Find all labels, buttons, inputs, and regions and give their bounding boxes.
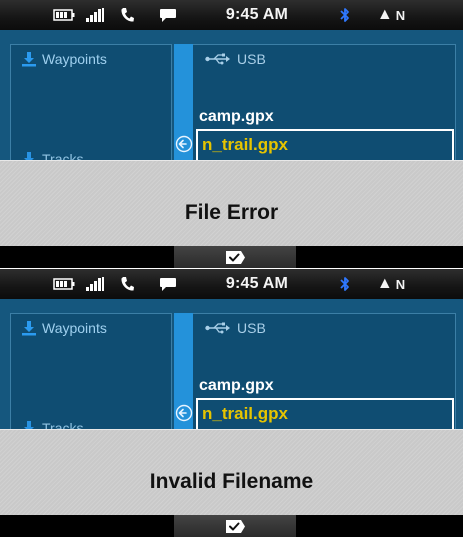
error-dialog: File Error: [0, 160, 463, 247]
bottom-bar: [0, 515, 463, 537]
nav-label: Waypoints: [42, 51, 107, 67]
file-item-selected[interactable]: n_trail.gpx: [196, 398, 454, 430]
back-button[interactable]: [175, 135, 193, 153]
usb-label: USB: [237, 320, 266, 336]
ok-button[interactable]: [174, 515, 296, 537]
usb-icon: [205, 322, 231, 334]
error-message: File Error: [184, 201, 279, 224]
checkmark-icon: [226, 250, 245, 264]
clock-time: 9:45 AM: [225, 6, 289, 23]
signal-icon: [84, 0, 108, 30]
north-arrow-icon: ▲: [376, 275, 393, 292]
nav-item-waypoints[interactable]: Waypoints: [21, 320, 107, 336]
usb-source[interactable]: USB: [205, 320, 266, 336]
checkmark-icon: [226, 519, 245, 533]
screen-file-error: 9:45 AM ▲ N Waypoints Tracks USB camp.gp…: [0, 0, 463, 268]
status-bar: 9:45 AM ▲ N: [0, 269, 463, 299]
phone-icon: [118, 0, 136, 30]
back-arrow-icon: [175, 135, 193, 153]
message-icon: [158, 0, 178, 30]
usb-source[interactable]: USB: [205, 51, 266, 67]
clock-time: 9:45 AM: [225, 275, 289, 292]
file-item-selected[interactable]: n_trail.gpx: [196, 129, 454, 161]
status-bar: 9:45 AM ▲ N: [0, 0, 463, 30]
usb-icon: [205, 53, 231, 65]
download-icon: [21, 320, 37, 336]
file-browser: Waypoints Tracks USB camp.gpx n_trail.gp…: [0, 30, 463, 167]
category-pane: Waypoints Tracks: [10, 44, 172, 167]
phone-icon: [118, 269, 136, 299]
back-button[interactable]: [175, 404, 193, 422]
message-icon: [158, 269, 178, 299]
category-pane: Waypoints Tracks: [10, 313, 172, 436]
battery-icon: [52, 0, 76, 30]
file-browser: Waypoints Tracks USB camp.gpx n_trail.gp…: [0, 299, 463, 436]
back-arrow-icon: [175, 404, 193, 422]
file-item-camp[interactable]: camp.gpx: [199, 377, 274, 395]
file-list-pane: USB camp.gpx n_trail.gpx: [193, 313, 456, 430]
error-message: Invalid Filename: [149, 470, 314, 493]
ok-button[interactable]: [174, 246, 296, 268]
battery-icon: [52, 269, 76, 299]
signal-icon: [84, 269, 108, 299]
file-item-camp[interactable]: camp.gpx: [199, 108, 274, 126]
nav-item-waypoints[interactable]: Waypoints: [21, 51, 107, 67]
compass-indicator: ▲ N: [376, 275, 406, 292]
north-arrow-icon: ▲: [376, 6, 393, 23]
compass-indicator: ▲ N: [376, 6, 406, 23]
bottom-bar: [0, 246, 463, 268]
download-icon: [21, 51, 37, 67]
nav-label: Waypoints: [42, 320, 107, 336]
file-list-pane: USB camp.gpx n_trail.gpx: [193, 44, 456, 161]
bluetooth-icon: [338, 0, 352, 30]
usb-label: USB: [237, 51, 266, 67]
bluetooth-icon: [338, 269, 352, 299]
screen-invalid-filename: 9:45 AM ▲ N Waypoints Tracks USB camp.gp…: [0, 269, 463, 537]
error-dialog: Invalid Filename: [0, 429, 463, 516]
